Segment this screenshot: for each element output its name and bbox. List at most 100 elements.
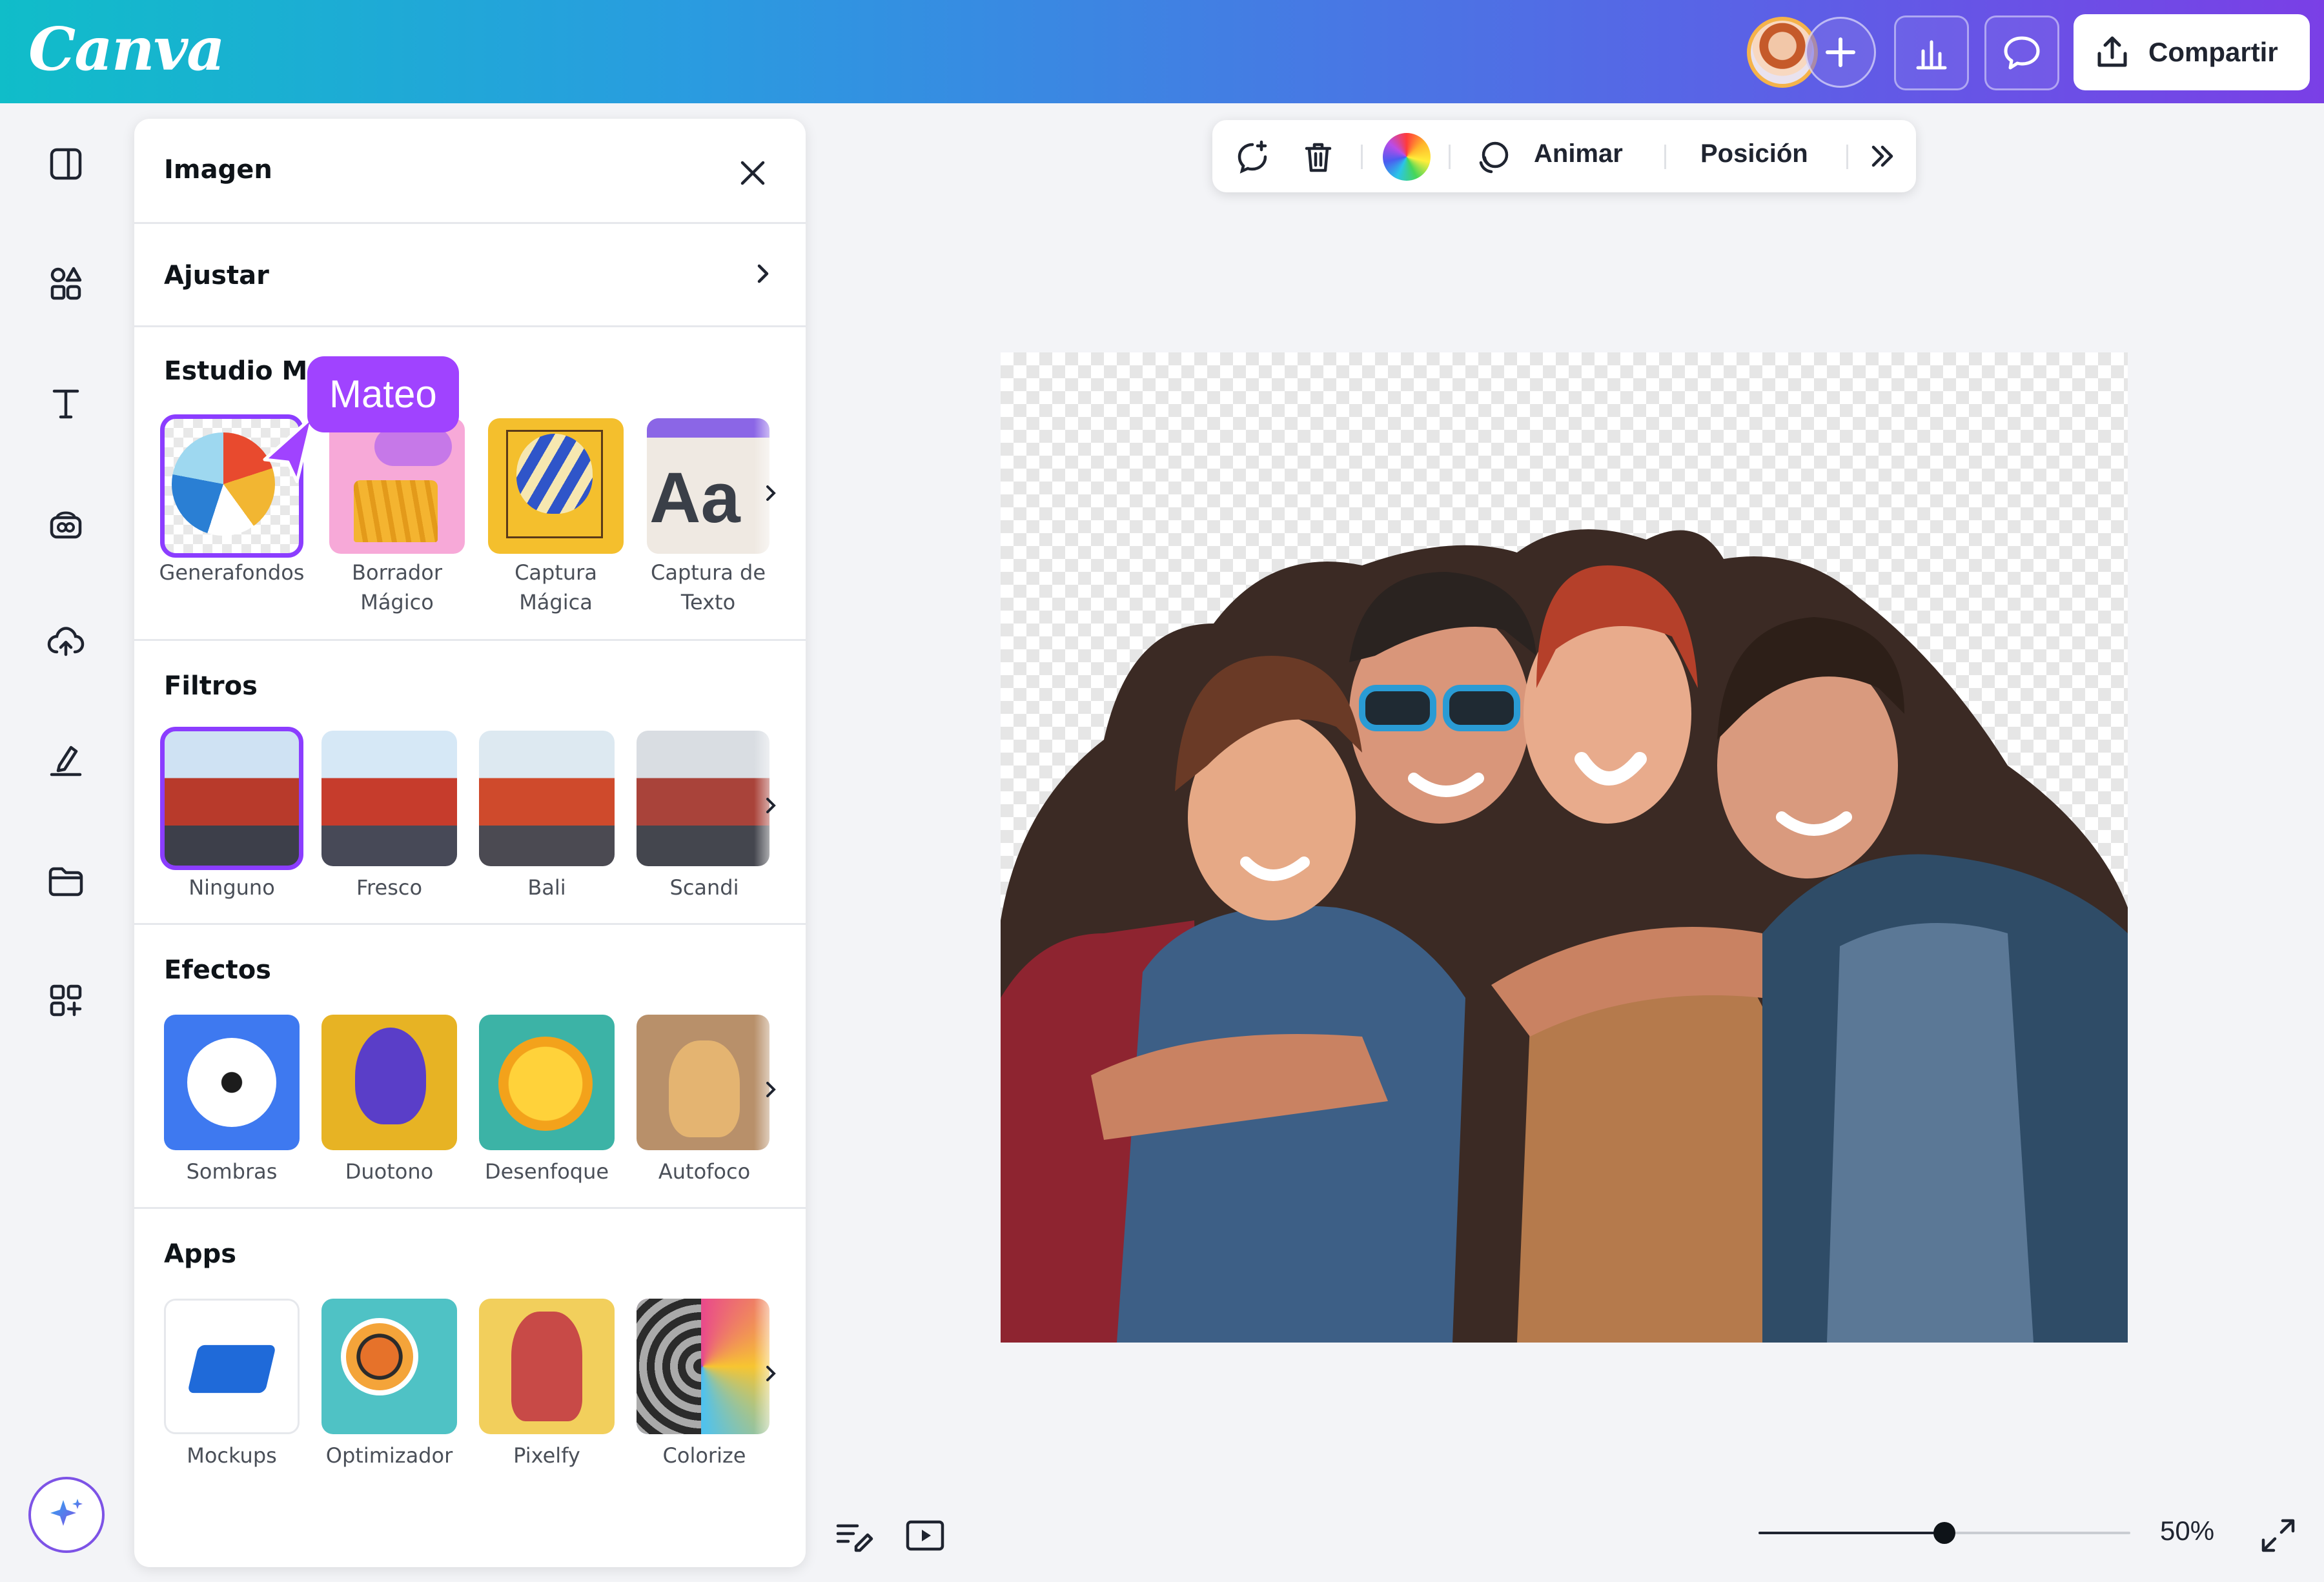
top-bar: Canva Compartir — [0, 0, 2324, 103]
magic-label: Captura Mágica — [515, 560, 597, 614]
magic-tile-texto[interactable]: Aa — [647, 418, 770, 554]
fullscreen-icon[interactable] — [2257, 1514, 2299, 1557]
divider — [134, 1207, 806, 1209]
regenerate-icon[interactable] — [1233, 138, 1272, 177]
effect-tile-duotono[interactable] — [321, 1015, 457, 1150]
comment-icon — [2004, 36, 2040, 70]
adjust-label: Ajustar — [164, 261, 269, 290]
dog-thumbnail — [669, 1040, 740, 1137]
filter-label: Fresco — [356, 875, 423, 900]
divider — [134, 639, 806, 641]
projects-icon[interactable] — [43, 858, 89, 905]
filter-label: Ninguno — [189, 875, 275, 900]
divider — [134, 325, 806, 327]
zoom-level[interactable]: 50% — [2160, 1516, 2214, 1547]
eraser-blob — [374, 427, 452, 466]
magic-studio-title: Estudio Mágico — [164, 356, 306, 386]
chevron-right-icon[interactable] — [758, 1077, 784, 1102]
apps-title: Apps — [164, 1239, 237, 1269]
divider — [134, 923, 806, 925]
separator — [1664, 145, 1666, 169]
filter-tile-scandi[interactable] — [637, 731, 770, 866]
group-photo-image[interactable] — [1001, 352, 2128, 1343]
magic-label: Captura de Texto — [650, 560, 766, 614]
chevron-right-icon — [757, 264, 769, 283]
zoom-slider-handle[interactable] — [1933, 1522, 1955, 1544]
app-label: Colorize — [662, 1443, 746, 1468]
zoom-slider-fill — [1758, 1532, 1944, 1534]
text-thumbnail-glyphs: Aa — [649, 458, 740, 538]
effect-label: Duotono — [345, 1159, 434, 1184]
brand-icon[interactable] — [43, 501, 89, 547]
elements-icon[interactable] — [43, 261, 89, 307]
butterfly-thumbnail — [341, 1318, 418, 1395]
draw-icon[interactable] — [43, 737, 89, 784]
image-panel: Imagen Ajustar Estudio Mágico Aa Generaf… — [134, 119, 806, 1567]
app-tile-optimizador[interactable] — [321, 1299, 457, 1434]
text-icon[interactable] — [43, 380, 89, 426]
more-chevrons-icon[interactable] — [1866, 139, 1899, 173]
filter-tile-ninguno[interactable] — [160, 727, 303, 870]
filter-tile-fresco[interactable] — [321, 731, 457, 866]
magic-label: Borrador Mágico — [352, 560, 442, 614]
animate-button[interactable]: Animar — [1534, 139, 1623, 168]
magic-button[interactable] — [28, 1477, 105, 1553]
chevron-right-icon[interactable] — [758, 793, 784, 818]
zoom-slider[interactable] — [1758, 1522, 2130, 1544]
position-button[interactable]: Posición — [1700, 139, 1808, 168]
design-icon[interactable] — [43, 141, 89, 187]
soccer-ball-thumbnail — [187, 1038, 276, 1127]
layers-thumbnail — [187, 1344, 276, 1394]
magic-sparkle-icon — [50, 1499, 83, 1526]
separator — [1846, 145, 1848, 169]
app-label: Mockups — [187, 1443, 277, 1468]
magic-tile-borrador[interactable] — [329, 418, 465, 554]
uploads-icon[interactable] — [43, 618, 89, 665]
effect-tile-autofoco[interactable] — [637, 1015, 770, 1150]
app-label: Pixelfy — [513, 1443, 580, 1468]
add-collaborator-button[interactable] — [1805, 17, 1876, 88]
collaborator-name-tag: Mateo — [307, 356, 459, 432]
share-button[interactable]: Compartir — [2074, 14, 2310, 90]
context-toolbar: Animar Posición — [1212, 120, 1916, 192]
orange-slice-thumbnail — [498, 1037, 593, 1131]
canva-logo[interactable]: Canva — [28, 14, 225, 84]
app-tile-colorize[interactable] — [637, 1299, 770, 1434]
design-canvas[interactable] — [1001, 352, 2128, 1343]
plus-icon — [1826, 37, 1855, 67]
app-label: Optimizador — [325, 1443, 453, 1468]
magic-label: Generafondos — [159, 560, 305, 585]
share-label: Compartir — [2148, 37, 2278, 67]
trash-icon[interactable] — [1299, 138, 1338, 177]
app-tile-pixelfy[interactable] — [479, 1299, 615, 1434]
notes-icon[interactable] — [831, 1514, 874, 1557]
panel-title: Imagen — [164, 155, 272, 185]
analytics-icon — [1916, 40, 1947, 70]
apps-icon[interactable] — [43, 977, 89, 1024]
present-icon[interactable] — [904, 1514, 946, 1557]
effect-tile-desenfoque[interactable] — [479, 1015, 615, 1150]
pixel-portrait-thumbnail — [511, 1312, 582, 1421]
adjust-row[interactable]: Ajustar — [134, 223, 806, 325]
spiral-thumbnail — [637, 1299, 701, 1434]
chevron-right-icon[interactable] — [758, 480, 784, 506]
animate-icon[interactable] — [1472, 137, 1512, 177]
effects-title: Efectos — [164, 955, 271, 985]
share-icon — [2097, 36, 2127, 67]
purple-band — [647, 418, 770, 438]
effect-label: Sombras — [186, 1159, 278, 1184]
color-wheel-icon[interactable] — [1383, 133, 1431, 181]
effect-label: Desenfoque — [484, 1159, 609, 1184]
filter-tile-bali[interactable] — [479, 731, 615, 866]
filter-label: Scandi — [669, 875, 739, 900]
separator — [1449, 145, 1451, 169]
analytics-button[interactable] — [1894, 15, 1969, 90]
magic-tile-captura[interactable] — [488, 418, 624, 554]
close-icon[interactable] — [735, 155, 771, 191]
fries-thumbnail — [354, 480, 438, 542]
chevron-right-icon[interactable] — [758, 1361, 784, 1386]
effect-label: Autofoco — [658, 1159, 751, 1184]
effect-tile-sombras[interactable] — [164, 1015, 300, 1150]
comments-button[interactable] — [1984, 15, 2059, 90]
app-tile-mockups[interactable] — [164, 1299, 300, 1434]
